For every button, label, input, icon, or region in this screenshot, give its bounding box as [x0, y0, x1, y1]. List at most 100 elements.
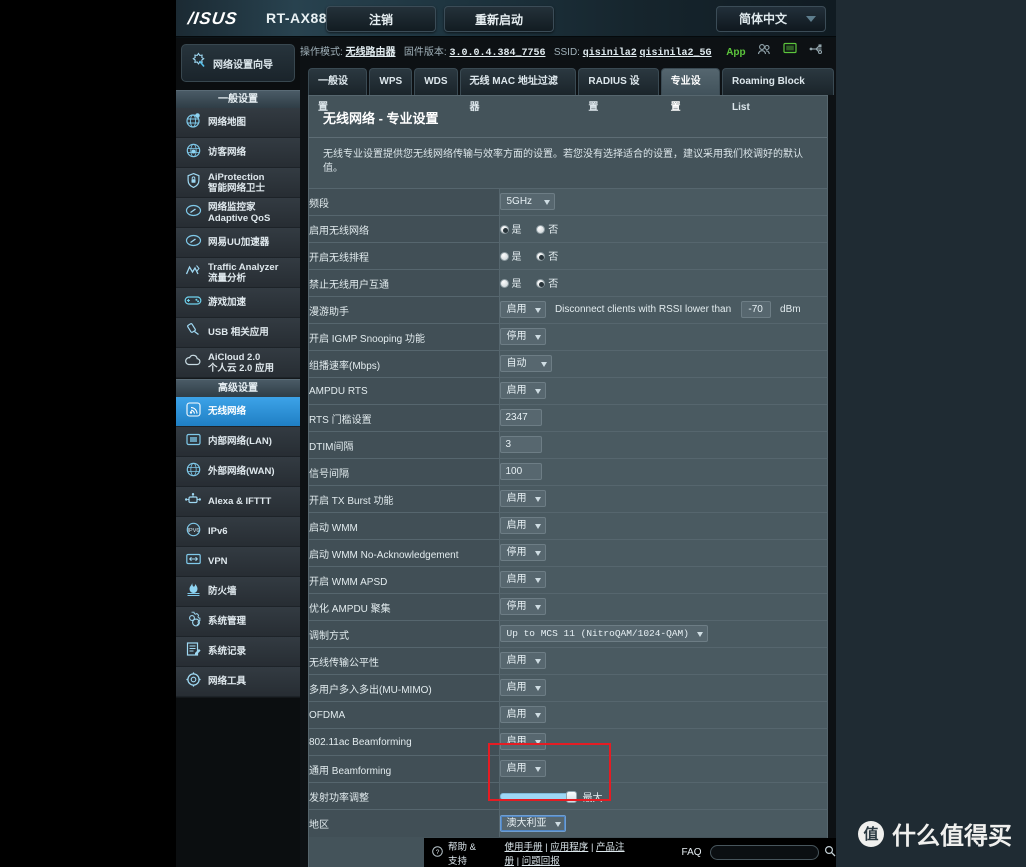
multicast-rate-select[interactable]: 自动	[499, 355, 552, 373]
sidebar-item-lan[interactable]: 内部网络(LAN)	[176, 427, 300, 457]
region-select[interactable]: 澳大利亚	[499, 814, 566, 832]
wmm-apsd-select[interactable]: 启用	[499, 571, 546, 589]
chevron-down-icon	[534, 740, 541, 746]
ampdu-rts-select[interactable]: 启用	[499, 382, 546, 400]
screenshot-root: /ISUS RT-AX88U 注销 重新启动 简体中文 操作模式: 无线路由器 …	[0, 0, 1026, 867]
tab-wps[interactable]: WPS	[369, 68, 413, 95]
setting-label: 多用户多入多出(MU-MIMO)	[309, 674, 500, 702]
footer-link-feedback[interactable]: 问题回报	[522, 856, 560, 867]
sidebar-item-wireless[interactable]: 无线网络	[176, 397, 300, 427]
logout-button[interactable]: 注销	[326, 6, 436, 32]
sidebar-item-usb-application[interactable]: USB 相关应用	[176, 318, 300, 348]
chevron-down-icon	[534, 605, 541, 611]
sidebar-label: Traffic Analyzer	[208, 261, 279, 273]
sidebar-item-traffic-analyzer[interactable]: Traffic Analyzer 流量分析	[176, 258, 300, 288]
radio-dot	[536, 225, 546, 234]
sidebar-item-vpn[interactable]: VPN	[176, 547, 300, 577]
radio-no[interactable]: 否	[536, 248, 558, 263]
tab-wds[interactable]: WDS	[414, 68, 458, 95]
sidebar-item-firewall[interactable]: 防火墙	[176, 577, 300, 607]
tx-power-slider[interactable]: 最大	[499, 789, 603, 804]
sidebar-item-system-log[interactable]: 系统记录	[176, 637, 300, 667]
universal-beamforming-select[interactable]: 启用	[499, 760, 546, 778]
gamepad-icon	[182, 293, 204, 312]
radio-dot	[499, 252, 509, 261]
optimize-ampdu-select[interactable]: 停用	[499, 598, 546, 616]
airtime-fairness-value: 启用	[506, 655, 527, 667]
language-selector[interactable]: 简体中文	[716, 6, 826, 32]
sidebar-item-administration[interactable]: 系统管理	[176, 607, 300, 637]
sidebar-item-network-tools[interactable]: 网络工具	[176, 667, 300, 697]
tab-professional[interactable]: 专业设置	[660, 68, 721, 113]
tab-general[interactable]: 一般设置	[308, 68, 368, 113]
mu-mimo-select[interactable]: 启用	[499, 679, 546, 697]
guest-network-icon	[182, 142, 204, 164]
sidebar-item-uu-accelerator[interactable]: 网易UU加速器	[176, 228, 300, 258]
ssid-24g-value[interactable]: qisinila2	[583, 48, 637, 59]
rts-threshold-input[interactable]: 2347	[499, 409, 542, 427]
sidebar-item-alexa-ifttt[interactable]: Alexa & IFTTT	[176, 487, 300, 517]
reboot-button[interactable]: 重新启动	[444, 6, 554, 32]
slider-handle[interactable]	[565, 791, 577, 803]
monitor-icon[interactable]	[783, 38, 797, 68]
sidebar-general-menu: 网络地图 访客网络 AiProtection 智能网络卫士 网络监控家 Adapt…	[176, 108, 300, 379]
setting-label: 开启 TX Burst 功能	[309, 485, 500, 513]
table-row: DTIM间隔 3	[309, 431, 827, 459]
sidebar-item-aicloud[interactable]: AiCloud 2.0 个人云 2.0 应用	[176, 348, 300, 378]
faq-label: FAQ	[681, 847, 702, 858]
dtim-interval-input[interactable]: 3	[499, 436, 542, 454]
radio-no[interactable]: 否	[536, 221, 558, 236]
setting-label: DTIM间隔	[309, 431, 500, 459]
ac-beamforming-select[interactable]: 启用	[499, 733, 546, 751]
footer-link-utility[interactable]: 应用程序	[550, 842, 588, 853]
sidebar-advanced-header: 高级设置	[176, 379, 300, 397]
sidebar-item-ipv6[interactable]: IPV6 IPv6	[176, 517, 300, 547]
sidebar-label: AiCloud 2.0	[208, 351, 261, 363]
tab-mac-filter[interactable]: 无线 MAC 地址过滤器	[459, 68, 577, 113]
band-select[interactable]: 5GHz	[499, 193, 556, 211]
table-row: AMPDU RTS 启用	[309, 377, 827, 405]
setting-label: 启动 WMM No-Acknowledgement	[309, 539, 500, 567]
sidebar-item-aiprotection[interactable]: AiProtection 智能网络卫士	[176, 168, 300, 198]
faq-search-input[interactable]	[709, 845, 819, 860]
tab-roaming-block-list[interactable]: Roaming Block List	[722, 68, 834, 113]
users-icon[interactable]	[757, 38, 771, 68]
roaming-assistant-select[interactable]: 启用	[499, 301, 546, 319]
sidebar-item-wan[interactable]: 外部网络(WAN)	[176, 457, 300, 487]
firmware-version-value[interactable]: 3.0.0.4.384_7756	[449, 48, 545, 59]
wmm-select[interactable]: 启用	[499, 517, 546, 535]
setting-label: 漫游助手	[309, 296, 500, 324]
ofdma-select[interactable]: 启用	[499, 706, 546, 724]
modulation-scheme-select[interactable]: Up to MCS 11 (NitroQAM/1024-QAM)	[499, 625, 708, 643]
setting-label: 无线传输公平性	[309, 647, 500, 675]
footer-link-manual[interactable]: 使用手册	[505, 842, 543, 853]
alexa-icon	[182, 492, 204, 512]
radio-yes[interactable]: 是	[499, 221, 522, 236]
app-link[interactable]: App	[726, 38, 745, 68]
sidebar-item-network-map[interactable]: 网络地图	[176, 108, 300, 138]
operation-mode-value[interactable]: 无线路由器	[346, 48, 396, 59]
search-icon[interactable]	[824, 845, 836, 860]
usb-icon[interactable]	[809, 38, 824, 68]
igmp-snooping-select[interactable]: 停用	[499, 328, 546, 346]
beacon-interval-input[interactable]: 100	[499, 463, 542, 481]
table-row: RTS 门槛设置 2347	[309, 404, 827, 432]
airtime-fairness-select[interactable]: 启用	[499, 652, 546, 670]
sidebar-item-guest-network[interactable]: 访客网络	[176, 138, 300, 168]
rssi-threshold-input[interactable]: -70	[740, 301, 771, 319]
radio-yes[interactable]: 是	[499, 248, 522, 263]
help-icon: ?	[432, 845, 443, 860]
radio-no[interactable]: 否	[536, 275, 558, 290]
radio-yes[interactable]: 是	[499, 275, 522, 290]
sidebar-item-adaptive-qos[interactable]: 网络监控家 Adaptive QoS	[176, 198, 300, 228]
sidebar-item-network-wizard[interactable]: 网络设置向导	[181, 44, 295, 82]
tab-radius[interactable]: RADIUS 设置	[578, 68, 659, 113]
wmm-no-ack-select[interactable]: 停用	[499, 544, 546, 562]
wizard-icon	[190, 52, 207, 74]
qos-gauge-icon	[182, 202, 204, 224]
table-row: 发射功率调整 最大	[309, 782, 827, 810]
slider-track[interactable]	[499, 791, 577, 803]
ssid-5g-value[interactable]: qisinila2_5G	[640, 48, 712, 59]
sidebar-item-game-boost[interactable]: 游戏加速	[176, 288, 300, 318]
tx-burst-select[interactable]: 启用	[499, 490, 546, 508]
